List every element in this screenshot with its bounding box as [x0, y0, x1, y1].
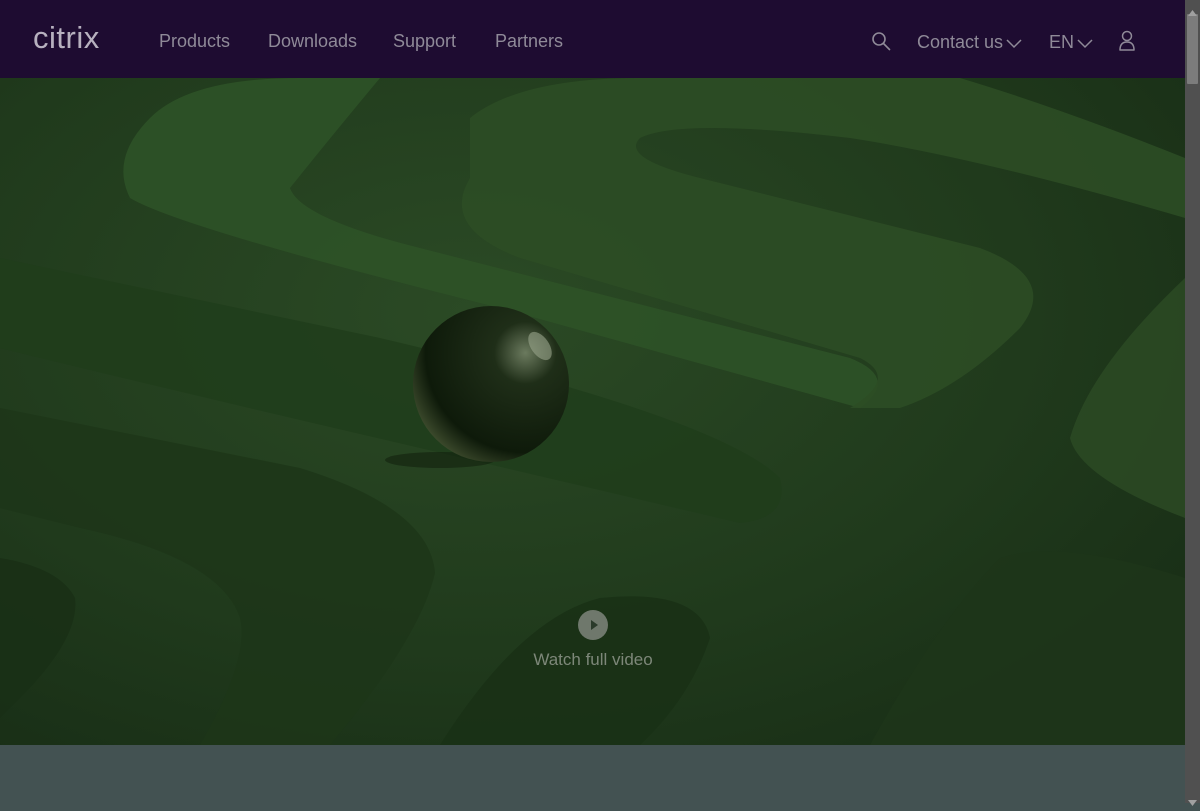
- search-icon[interactable]: [871, 31, 891, 56]
- nav-partners[interactable]: Partners: [495, 30, 563, 52]
- contact-us-menu[interactable]: Contact us: [917, 31, 1022, 54]
- language-label: EN: [1049, 32, 1075, 52]
- contact-us-label: Contact us: [917, 32, 1004, 52]
- scroll-up-icon[interactable]: [1188, 3, 1197, 21]
- nav-downloads[interactable]: Downloads: [268, 30, 357, 52]
- logo-text: citrix: [33, 20, 100, 55]
- hero-video[interactable]: Watch full video: [0, 78, 1185, 745]
- chevron-down-icon: [1077, 32, 1093, 54]
- watch-full-video-link[interactable]: Watch full video: [500, 650, 686, 670]
- chevron-down-icon: [1006, 32, 1022, 54]
- nav-support[interactable]: Support: [393, 30, 456, 52]
- play-button[interactable]: [578, 610, 608, 640]
- site-header: citrix Products Downloads Support Partne…: [0, 0, 1185, 78]
- scrollbar-thumb[interactable]: [1187, 14, 1198, 84]
- language-selector[interactable]: EN: [1049, 31, 1093, 54]
- citrix-logo[interactable]: citrix: [33, 20, 115, 56]
- nav-products[interactable]: Products: [159, 30, 230, 52]
- scroll-down-icon[interactable]: [1188, 793, 1197, 811]
- user-account-icon[interactable]: [1118, 30, 1136, 57]
- maze-background-image: [0, 78, 1185, 745]
- play-icon: [591, 620, 598, 630]
- scrollbar[interactable]: [1185, 0, 1200, 803]
